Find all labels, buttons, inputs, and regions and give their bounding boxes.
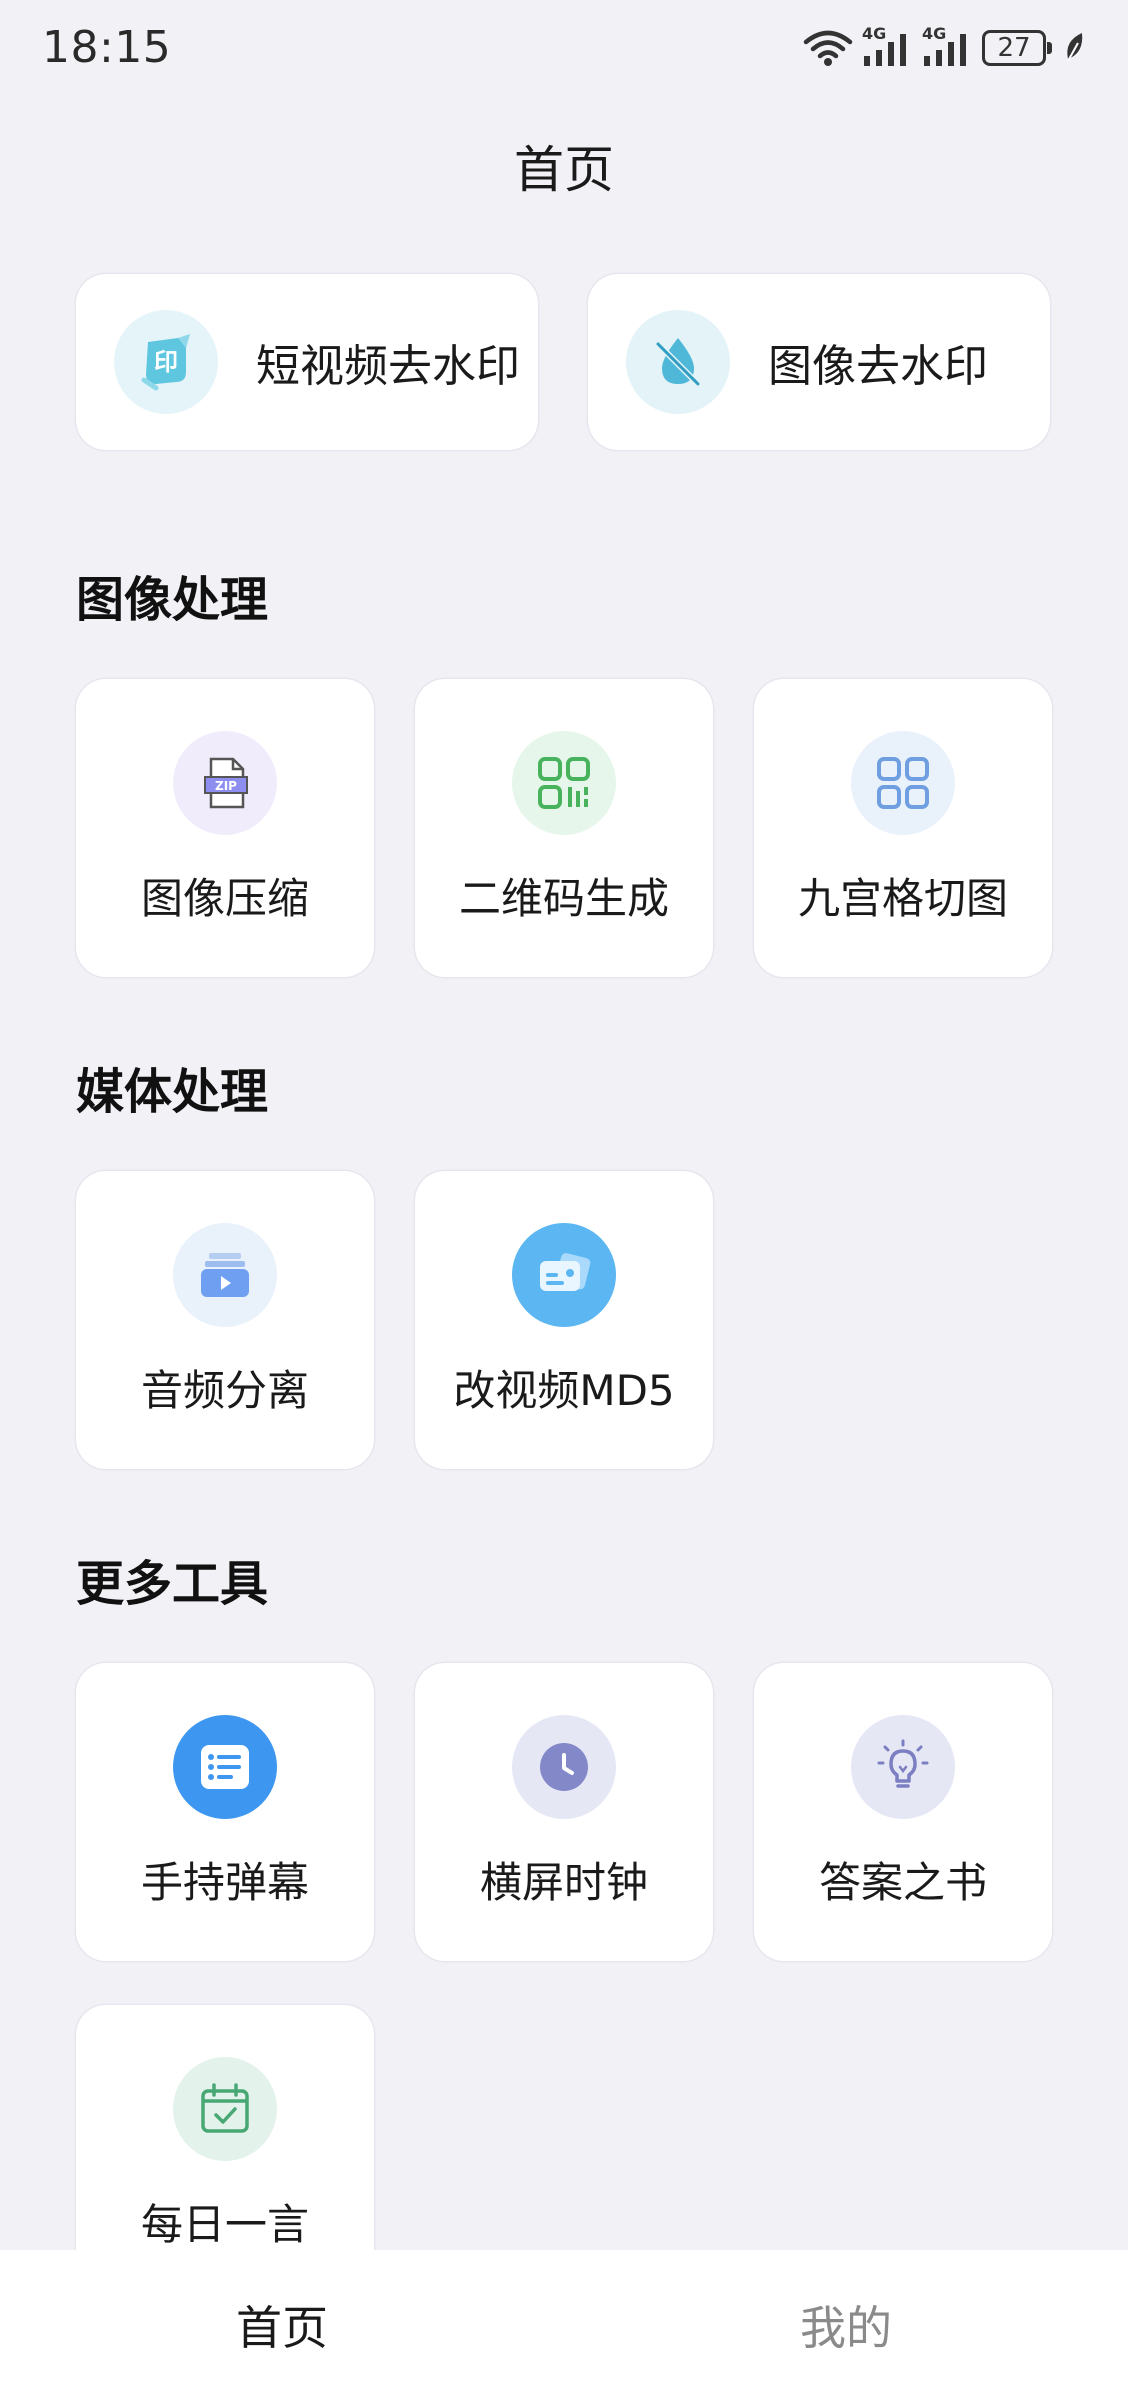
battery-indicator: 27 <box>982 30 1052 66</box>
image-watermark-icon <box>626 310 730 414</box>
signal-2: 4G <box>922 24 974 68</box>
svg-text:ZIP: ZIP <box>215 779 237 793</box>
feature-label: 短视频去水印 <box>256 341 520 392</box>
bottom-navigation: 首页 我的 <box>0 2250 1128 2400</box>
tool-danmaku[interactable]: 手持弹幕 <box>76 1663 374 1961</box>
leaf-icon <box>1067 33 1083 62</box>
tool-nine-grid[interactable]: 九宫格切图 <box>754 679 1052 977</box>
feature-label: 图像去水印 <box>768 341 988 392</box>
calendar-check-icon <box>173 2057 277 2161</box>
signal-1: 4G <box>862 24 914 68</box>
lightbulb-icon <box>851 1715 955 1819</box>
video-md5-icon <box>512 1223 616 1327</box>
tool-qr-code[interactable]: 二维码生成 <box>415 679 713 977</box>
wifi-icon <box>803 30 853 66</box>
zip-file-icon: ZIP <box>173 731 277 835</box>
tool-label: 答案之书 <box>818 1858 987 1907</box>
nav-tab-home[interactable]: 首页 <box>132 2292 432 2358</box>
tool-label: 九宫格切图 <box>797 874 1008 923</box>
status-icons: 4G 4G 27 <box>802 24 1088 68</box>
tool-label: 音频分离 <box>140 1366 309 1415</box>
qr-code-icon <box>512 731 616 835</box>
section-title-more-tools: 更多工具 <box>76 1556 269 1612</box>
tool-video-md5[interactable]: 改视频MD5 <box>415 1171 713 1469</box>
svg-text:印: 印 <box>154 348 178 376</box>
tool-label: 手持弹幕 <box>140 1858 309 1907</box>
status-time: 18:15 <box>42 22 172 73</box>
tool-label: 横屏时钟 <box>479 1858 648 1907</box>
app-screen: 18:15 4G 4G 27 首页 印 短视频去水印 图像去水印 图像处理 ZI… <box>0 0 1128 2400</box>
page-title: 首页 <box>514 141 614 199</box>
tool-label: 每日一言 <box>140 2200 309 2249</box>
tool-audio-separate[interactable]: 音频分离 <box>76 1171 374 1469</box>
tool-label: 二维码生成 <box>458 874 669 923</box>
network-type-label: 4G <box>922 24 947 43</box>
feature-card-image-watermark[interactable]: 图像去水印 <box>588 274 1050 450</box>
section-title-media: 媒体处理 <box>76 1064 269 1120</box>
network-type-label: 4G <box>862 24 887 43</box>
feature-card-video-watermark[interactable]: 印 短视频去水印 <box>76 274 538 450</box>
tool-label: 图像压缩 <box>140 874 309 923</box>
audio-separate-icon <box>173 1223 277 1327</box>
nav-tab-mine[interactable]: 我的 <box>696 2292 996 2358</box>
grid-icon <box>851 731 955 835</box>
section-title-image: 图像处理 <box>76 572 269 628</box>
tool-landscape-clock[interactable]: 横屏时钟 <box>415 1663 713 1961</box>
danmaku-icon <box>173 1715 277 1819</box>
tool-label: 改视频MD5 <box>453 1366 675 1415</box>
video-watermark-icon: 印 <box>114 310 218 414</box>
tool-answer-book[interactable]: 答案之书 <box>754 1663 1052 1961</box>
status-bar: 18:15 4G 4G 27 <box>0 0 1128 100</box>
clock-icon <box>512 1715 616 1819</box>
tool-image-compress[interactable]: ZIP 图像压缩 <box>76 679 374 977</box>
